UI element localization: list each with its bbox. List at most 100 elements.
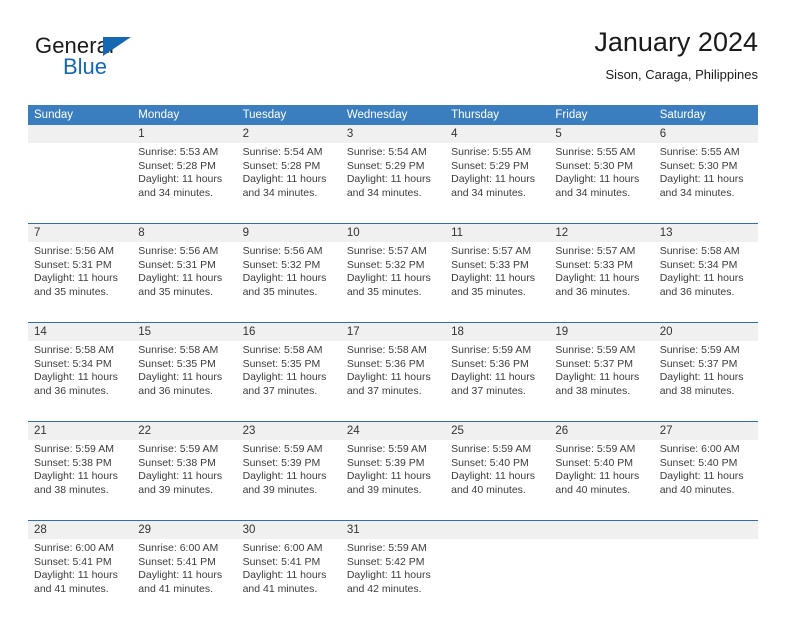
- sunset-text: Sunset: 5:38 PM: [34, 456, 112, 469]
- day-number[interactable]: 20: [654, 323, 758, 341]
- day-number[interactable]: 18: [445, 323, 549, 341]
- day-cell[interactable]: Sunrise: 5:59 AM Sunset: 5:38 PM Daylight:…: [132, 440, 236, 512]
- day-number[interactable]: 31: [341, 521, 445, 539]
- day-number[interactable]: 12: [549, 224, 653, 242]
- sunrise-text: Sunrise: 6:00 AM: [138, 542, 219, 554]
- sunset-text: Sunset: 5:28 PM: [138, 159, 216, 172]
- day-cell[interactable]: Sunrise: 5:59 AM Sunset: 5:40 PM Daylight:…: [445, 440, 549, 512]
- day-number[interactable]: 2: [237, 125, 341, 143]
- day-number[interactable]: 27: [654, 422, 758, 440]
- day-number[interactable]: 1: [132, 125, 236, 143]
- day-cell[interactable]: Sunrise: 6:00 AM Sunset: 5:41 PM Daylight:…: [28, 539, 132, 611]
- sunset-text: Sunset: 5:34 PM: [34, 357, 112, 370]
- day-cell[interactable]: Sunrise: 5:57 AM Sunset: 5:32 PM Daylight:…: [341, 242, 445, 314]
- sunset-text: Sunset: 5:35 PM: [138, 357, 216, 370]
- day-cell[interactable]: Sunrise: 5:56 AM Sunset: 5:31 PM Daylight:…: [28, 242, 132, 314]
- daylight-text: Daylight: 11 hours and 39 minutes.: [138, 470, 223, 496]
- day-cell[interactable]: Sunrise: 5:58 AM Sunset: 5:35 PM Daylight:…: [237, 341, 341, 413]
- week-number-band: 7 8 9 10 11 12 13: [28, 224, 758, 242]
- day-cell[interactable]: Sunrise: 5:57 AM Sunset: 5:33 PM Daylight:…: [445, 242, 549, 314]
- day-cell[interactable]: Sunrise: 5:59 AM Sunset: 5:38 PM Daylight:…: [28, 440, 132, 512]
- sunrise-text: Sunrise: 5:58 AM: [659, 245, 740, 257]
- day-cell[interactable]: Sunrise: 5:59 AM Sunset: 5:42 PM Daylight:…: [341, 539, 445, 611]
- day-number[interactable]: 10: [341, 224, 445, 242]
- day-cell[interactable]: Sunrise: 5:55 AM Sunset: 5:30 PM Daylight:…: [654, 143, 758, 215]
- day-number[interactable]: 29: [132, 521, 236, 539]
- calendar-page: General Blue January 2024 Sison, Caraga,…: [0, 0, 792, 619]
- calendar-week-row: 7 8 9 10 11 12 13 Sunrise: 5:56 AM Sunset: 5:31 …: [28, 223, 758, 314]
- day-number[interactable]: 13: [654, 224, 758, 242]
- day-cell[interactable]: Sunrise: 5:53 AM Sunset: 5:28 PM Daylight:…: [132, 143, 236, 215]
- day-number[interactable]: 6: [654, 125, 758, 143]
- daylight-text: Daylight: 11 hours and 36 minutes.: [555, 272, 640, 298]
- sunset-text: Sunset: 5:35 PM: [242, 357, 321, 370]
- day-cell[interactable]: Sunrise: 5:59 AM Sunset: 5:39 PM Daylight:…: [237, 440, 341, 512]
- sunset-text: Sunset: 5:33 PM: [451, 258, 529, 271]
- day-number[interactable]: 11: [445, 224, 549, 242]
- sunrise-text: Sunrise: 5:59 AM: [346, 443, 427, 455]
- weekday-header-monday: Monday: [138, 109, 180, 121]
- day-number[interactable]: 15: [132, 323, 236, 341]
- day-cell[interactable]: Sunrise: 6:00 AM Sunset: 5:41 PM Daylight:…: [237, 539, 341, 611]
- day-number-empty: [654, 521, 758, 539]
- sunset-text: Sunset: 5:38 PM: [138, 456, 216, 469]
- sunrise-text: Sunrise: 5:59 AM: [138, 443, 219, 455]
- day-cell[interactable]: Sunrise: 5:54 AM Sunset: 5:29 PM Daylight:…: [341, 143, 445, 215]
- sunset-text: Sunset: 5:36 PM: [451, 357, 529, 370]
- week-spacer: [28, 413, 758, 421]
- day-cell[interactable]: Sunrise: 5:58 AM Sunset: 5:36 PM Daylight:…: [341, 341, 445, 413]
- day-cell[interactable]: Sunrise: 5:59 AM Sunset: 5:37 PM Daylight:…: [654, 341, 758, 413]
- day-cell[interactable]: Sunrise: 5:58 AM Sunset: 5:35 PM Daylight:…: [132, 341, 236, 413]
- day-number-empty: [445, 521, 549, 539]
- week-number-band: 21 22 23 24 25 26 27: [28, 422, 758, 440]
- day-number[interactable]: 26: [549, 422, 653, 440]
- daylight-text: Daylight: 11 hours and 34 minutes.: [346, 173, 431, 199]
- week-number-band: 28 29 30 31: [28, 521, 758, 539]
- sunrise-text: Sunrise: 5:59 AM: [451, 344, 532, 356]
- day-number[interactable]: 23: [237, 422, 341, 440]
- brand-logo[interactable]: General Blue: [35, 34, 195, 92]
- daylight-text: Daylight: 11 hours and 42 minutes.: [346, 569, 431, 595]
- day-cell[interactable]: Sunrise: 5:59 AM Sunset: 5:36 PM Daylight:…: [445, 341, 549, 413]
- sunrise-text: Sunrise: 5:54 AM: [346, 146, 427, 158]
- day-number[interactable]: 19: [549, 323, 653, 341]
- day-cell[interactable]: Sunrise: 5:57 AM Sunset: 5:33 PM Daylight:…: [549, 242, 653, 314]
- day-number[interactable]: 28: [28, 521, 132, 539]
- day-number[interactable]: 30: [237, 521, 341, 539]
- day-cell[interactable]: Sunrise: 5:59 AM Sunset: 5:39 PM Daylight:…: [341, 440, 445, 512]
- day-cell[interactable]: Sunrise: 6:00 AM Sunset: 5:40 PM Daylight:…: [654, 440, 758, 512]
- day-number[interactable]: 8: [132, 224, 236, 242]
- daylight-text: Daylight: 11 hours and 41 minutes.: [34, 569, 118, 595]
- day-number[interactable]: 14: [28, 323, 132, 341]
- day-cell[interactable]: Sunrise: 5:55 AM Sunset: 5:29 PM Daylight:…: [445, 143, 549, 215]
- sunrise-text: Sunrise: 5:57 AM: [346, 245, 427, 257]
- sunset-text: Sunset: 5:40 PM: [659, 456, 738, 469]
- day-cell-empty: [654, 539, 758, 611]
- day-cell[interactable]: Sunrise: 5:58 AM Sunset: 5:34 PM Daylight:…: [654, 242, 758, 314]
- day-number[interactable]: 16: [237, 323, 341, 341]
- day-cell[interactable]: Sunrise: 5:59 AM Sunset: 5:37 PM Daylight:…: [549, 341, 653, 413]
- day-number[interactable]: 17: [341, 323, 445, 341]
- day-cell[interactable]: Sunrise: 5:56 AM Sunset: 5:31 PM Daylight:…: [132, 242, 236, 314]
- day-cell[interactable]: Sunrise: 5:54 AM Sunset: 5:28 PM Daylight:…: [237, 143, 341, 215]
- day-number[interactable]: 7: [28, 224, 132, 242]
- day-number[interactable]: 25: [445, 422, 549, 440]
- day-cell[interactable]: Sunrise: 6:00 AM Sunset: 5:41 PM Daylight:…: [132, 539, 236, 611]
- page-subtitle: Sison, Caraga, Philippines: [605, 67, 758, 82]
- day-number[interactable]: 5: [549, 125, 653, 143]
- day-cell[interactable]: Sunrise: 5:58 AM Sunset: 5:34 PM Daylight:…: [28, 341, 132, 413]
- sunset-text: Sunset: 5:29 PM: [451, 159, 529, 172]
- day-cell[interactable]: Sunrise: 5:59 AM Sunset: 5:40 PM Daylight:…: [549, 440, 653, 512]
- day-number[interactable]: 24: [341, 422, 445, 440]
- daylight-text: Daylight: 11 hours and 35 minutes.: [346, 272, 431, 298]
- day-number[interactable]: 9: [237, 224, 341, 242]
- sunset-text: Sunset: 5:30 PM: [659, 159, 738, 172]
- day-number[interactable]: 4: [445, 125, 549, 143]
- sunrise-text: Sunrise: 5:59 AM: [346, 542, 427, 554]
- day-number[interactable]: 3: [341, 125, 445, 143]
- day-cell[interactable]: Sunrise: 5:56 AM Sunset: 5:32 PM Daylight:…: [237, 242, 341, 314]
- day-cell[interactable]: Sunrise: 5:55 AM Sunset: 5:30 PM Daylight:…: [549, 143, 653, 215]
- calendar-table: Sunday Monday Tuesday Wednesday Thursday Frid…: [28, 105, 758, 619]
- day-number[interactable]: 21: [28, 422, 132, 440]
- day-number[interactable]: 22: [132, 422, 236, 440]
